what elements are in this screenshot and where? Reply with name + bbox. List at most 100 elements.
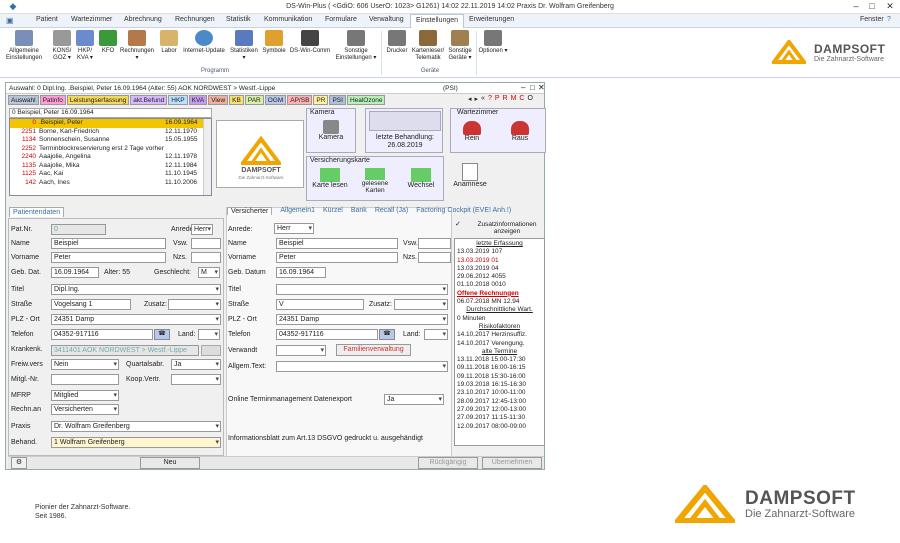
uebernehmen-button[interactable]: Übernehmen — [482, 457, 542, 469]
patient-row[interactable]: 2240 Aaajolie, Angelina 12.11.1978 — [10, 153, 211, 162]
plz-ort-select[interactable]: 24351 Damp — [51, 314, 221, 325]
anamnese-button[interactable]: Anamnese — [450, 163, 490, 188]
freiw-select[interactable]: Nein — [51, 359, 119, 370]
statistiken-button[interactable]: Statistiken ▾ — [229, 30, 259, 62]
tab-versicherter[interactable]: Versicherter — [227, 207, 273, 215]
r-gebdat-input[interactable]: 16.09.1964 — [276, 267, 326, 278]
p-icon[interactable]: P — [495, 95, 500, 103]
menu-fenster[interactable]: Fenster — [860, 16, 884, 23]
menu-verwaltung[interactable]: Verwaltung — [369, 16, 404, 23]
kartenleser-button[interactable]: Kartenleser/ Telematik — [410, 30, 446, 62]
allgemeine-einstellungen-button[interactable]: Allgemeine Einstellungen — [3, 30, 45, 62]
module-tab-kb[interactable]: KB — [229, 95, 244, 105]
optionen-button[interactable]: Optionen ▾ — [478, 30, 508, 55]
patient-row[interactable]: 1125 Aac, Kai 11.10.1945 — [10, 170, 211, 179]
c-icon[interactable]: C — [519, 95, 524, 103]
nzs-input[interactable] — [191, 252, 221, 263]
symbole-button[interactable]: Symbole — [260, 30, 288, 55]
menu-patient[interactable]: Patient — [36, 16, 58, 23]
r-vorname-input[interactable]: Peter — [276, 252, 398, 263]
verwandt-select[interactable] — [276, 345, 326, 356]
module-tab-healozone[interactable]: HealOzone — [346, 95, 386, 105]
module-tab-aktbefund[interactable]: akt.Befund — [130, 95, 168, 105]
module-tab-view[interactable]: View — [208, 95, 229, 105]
close-button[interactable]: ✕ — [882, 1, 898, 12]
internet-update-button[interactable]: Internet-Update — [180, 30, 228, 55]
familienverwaltung-button[interactable]: Familienverwaltung — [336, 344, 411, 356]
r-plz-ort-select[interactable]: 24351 Damp — [276, 314, 448, 325]
neu-button[interactable]: Neu — [140, 457, 200, 469]
raus-button[interactable]: Raus — [505, 121, 535, 142]
rueckgaengig-button[interactable]: Rückgängig — [418, 457, 478, 469]
menu-formulare[interactable]: Formulare — [325, 16, 357, 23]
tab-patientendaten[interactable]: Patientendaten — [9, 207, 65, 217]
vsw-input[interactable] — [191, 238, 221, 249]
tab-recall[interactable]: Recall (Ja) — [375, 207, 408, 215]
online-select[interactable]: Ja — [384, 394, 444, 405]
tab-factoring[interactable]: Factoring Cockpit (EVE! Anh.!) — [416, 207, 511, 215]
krankenkasse-field[interactable]: 3411401 AOK NORDWEST > Westf.-Lippe — [51, 345, 199, 356]
anrede-select[interactable]: Herr — [191, 224, 213, 235]
module-tab-patinfo[interactable]: Patinfo — [39, 95, 66, 105]
maximize-button[interactable]: □ — [864, 1, 880, 12]
rein-button[interactable]: Rein — [457, 121, 487, 142]
module-tab-pr[interactable]: PR — [313, 95, 329, 105]
ds-win-comm-button[interactable]: DS-Win-Comm — [288, 30, 332, 55]
patient-list[interactable]: 0 .Beispiel, Peter 16.09.1964 2251 Borne, Ka… — [9, 118, 212, 196]
module-tab-leistungserfassung[interactable]: Leistungserfassung — [66, 95, 130, 105]
r-titel-select[interactable] — [276, 284, 448, 295]
patient-row[interactable]: 1135 Aaajolie, Mika 12.11.1984 — [10, 162, 211, 171]
behandler-select[interactable]: 1 Wolfram Greifenberg — [51, 437, 221, 448]
praxis-select[interactable]: Dr. Wolfram Greifenberg — [51, 421, 221, 432]
help-icon[interactable]: ? — [887, 16, 891, 23]
menu-kommunikation[interactable]: Kommunikation — [264, 16, 312, 23]
patient-row[interactable]: 1134 Sonnenschein, Susanne 15.05.1955 — [10, 136, 211, 145]
r-land-select[interactable] — [424, 329, 448, 340]
telefon-input[interactable]: 04352-917116 — [51, 329, 153, 340]
rechn-select[interactable]: Versicherten — [51, 404, 119, 415]
menu-rechnungen[interactable]: Rechnungen — [175, 16, 215, 23]
land-select[interactable] — [198, 329, 220, 340]
kfo-button[interactable]: KFO — [98, 30, 118, 55]
r-strasse-input[interactable]: V — [276, 299, 364, 310]
menu-statistik[interactable]: Statistik — [226, 16, 251, 23]
module-tab-psi[interactable]: PSI — [329, 95, 346, 105]
mfrp-select[interactable]: Mitglied — [51, 390, 119, 401]
menu-erweiterungen[interactable]: Erweiterungen — [469, 16, 514, 23]
kamera-button[interactable]: Kamera — [307, 120, 355, 141]
module-tab-par[interactable]: PAR — [244, 95, 264, 105]
patient-row[interactable]: 2251 Borne, Karl-Friedrich 12.11.1970 — [10, 128, 211, 137]
menu-abrechnung[interactable]: Abrechnung — [124, 16, 162, 23]
nav-back-icon[interactable]: ◂ — [468, 95, 472, 103]
labor-button[interactable]: Labor — [158, 30, 180, 55]
module-tab-ogm[interactable]: OGM — [264, 95, 287, 105]
r-anrede-select[interactable]: Herr — [274, 223, 314, 234]
nav-forward-icon[interactable]: ▸ — [475, 95, 479, 103]
module-tab-hkp[interactable]: HKP — [168, 95, 188, 105]
titel-select[interactable]: Dipl.Ing. — [51, 284, 221, 295]
app-menu-icon[interactable]: ▣ — [6, 16, 14, 25]
dialog-close-button[interactable]: ✕ — [538, 83, 545, 92]
m-icon[interactable]: M — [511, 95, 517, 103]
name-input[interactable]: Beispiel — [51, 238, 166, 249]
hkp-kva-button[interactable]: HKP/ KVA ▾ — [74, 30, 96, 62]
sonstige-einstellungen-button[interactable]: Sonstige Einstellungen ▾ — [334, 30, 378, 62]
wechsel-button[interactable]: Wechsel — [401, 168, 441, 189]
r-icon[interactable]: R — [503, 95, 508, 103]
quartal-select[interactable]: Ja — [171, 359, 221, 370]
menu-einstellungen[interactable]: Einstellungen — [410, 14, 465, 29]
menu-wartezimmer[interactable]: Wartezimmer — [71, 16, 112, 23]
module-tab-auswahl[interactable]: Auswahl — [8, 95, 39, 105]
settings-gear-button[interactable]: ⚙ — [11, 457, 27, 469]
sonstige-geraete-button[interactable]: Sonstige Geräte ▾ — [446, 30, 474, 62]
allgem-select[interactable] — [276, 361, 448, 372]
vorname-input[interactable]: Peter — [51, 252, 166, 263]
patient-list-scrollbar[interactable] — [203, 119, 211, 195]
r-phone-dial-icon[interactable]: ☎ — [379, 329, 395, 340]
o-icon[interactable]: O — [527, 95, 532, 103]
nav-first-icon[interactable]: « — [481, 95, 485, 103]
minimize-button[interactable]: – — [848, 1, 864, 12]
tab-kuerzel[interactable]: Kürzel — [323, 207, 343, 215]
gelesene-karten-button[interactable]: gelesene Karten — [355, 168, 395, 194]
rechnungen-button[interactable]: Rechnungen ▾ — [118, 30, 156, 62]
